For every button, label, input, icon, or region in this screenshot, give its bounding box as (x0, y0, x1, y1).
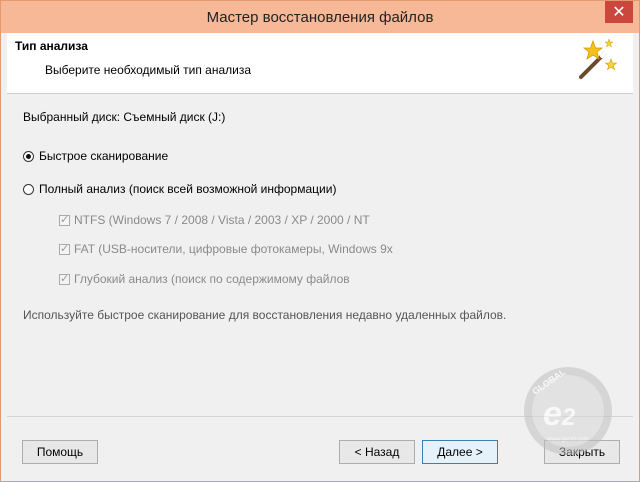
selected-disk-label: Выбранный диск: Съемный диск (J:) (23, 110, 226, 124)
help-button[interactable]: Помощь (22, 440, 98, 464)
deep-analysis-label: Глубокий анализ (поиск по содержимому фа… (74, 272, 350, 286)
ntfs-label: NTFS (Windows 7 / 2008 / Vista / 2003 / … (74, 213, 370, 227)
quick-scan-option[interactable]: Быстрое сканирование (23, 149, 168, 163)
hint-text: Используйте быстрое сканирование для вос… (23, 308, 507, 322)
ntfs-option: NTFS (Windows 7 / 2008 / Vista / 2003 / … (59, 213, 370, 227)
title-bar[interactable]: Мастер восстановления файлов ✕ (1, 1, 639, 33)
next-button[interactable]: Далее > (422, 440, 498, 464)
fat-option: FAT (USB-носители, цифровые фотокамеры, … (59, 242, 393, 256)
fat-label: FAT (USB-носители, цифровые фотокамеры, … (74, 242, 393, 256)
full-analysis-label: Полный анализ (поиск всей возможной инфо… (39, 182, 337, 196)
back-button[interactable]: < Назад (339, 440, 415, 464)
header-title: Тип анализа (15, 39, 88, 53)
wizard-header: Тип анализа Выберите необходимый тип ана… (7, 33, 633, 94)
deep-analysis-option: Глубокий анализ (поиск по содержимому фа… (59, 272, 350, 286)
close-window-button[interactable]: ✕ (605, 1, 633, 23)
gecid-watermark-logo: GLOBAL e2 www.gecid.com (524, 366, 612, 455)
full-analysis-option[interactable]: Полный анализ (поиск всей возможной инфо… (23, 182, 336, 196)
close-icon: ✕ (612, 4, 626, 21)
fat-checkbox (59, 242, 70, 255)
ntfs-checkbox (59, 213, 70, 226)
full-analysis-radio[interactable] (23, 183, 34, 195)
window-title: Мастер восстановления файлов (206, 8, 434, 26)
header-subtitle: Выберите необходимый тип анализа (45, 63, 252, 77)
deep-analysis-checkbox (59, 272, 70, 285)
watermark-site-text: www.gecid.com (546, 437, 589, 443)
quick-scan-label: Быстрое сканирование (39, 149, 169, 163)
quick-scan-radio[interactable] (23, 150, 34, 162)
wizard-window: Мастер восстановления файлов ✕ Тип анали… (0, 0, 640, 482)
wizard-wand-icon (579, 38, 618, 79)
